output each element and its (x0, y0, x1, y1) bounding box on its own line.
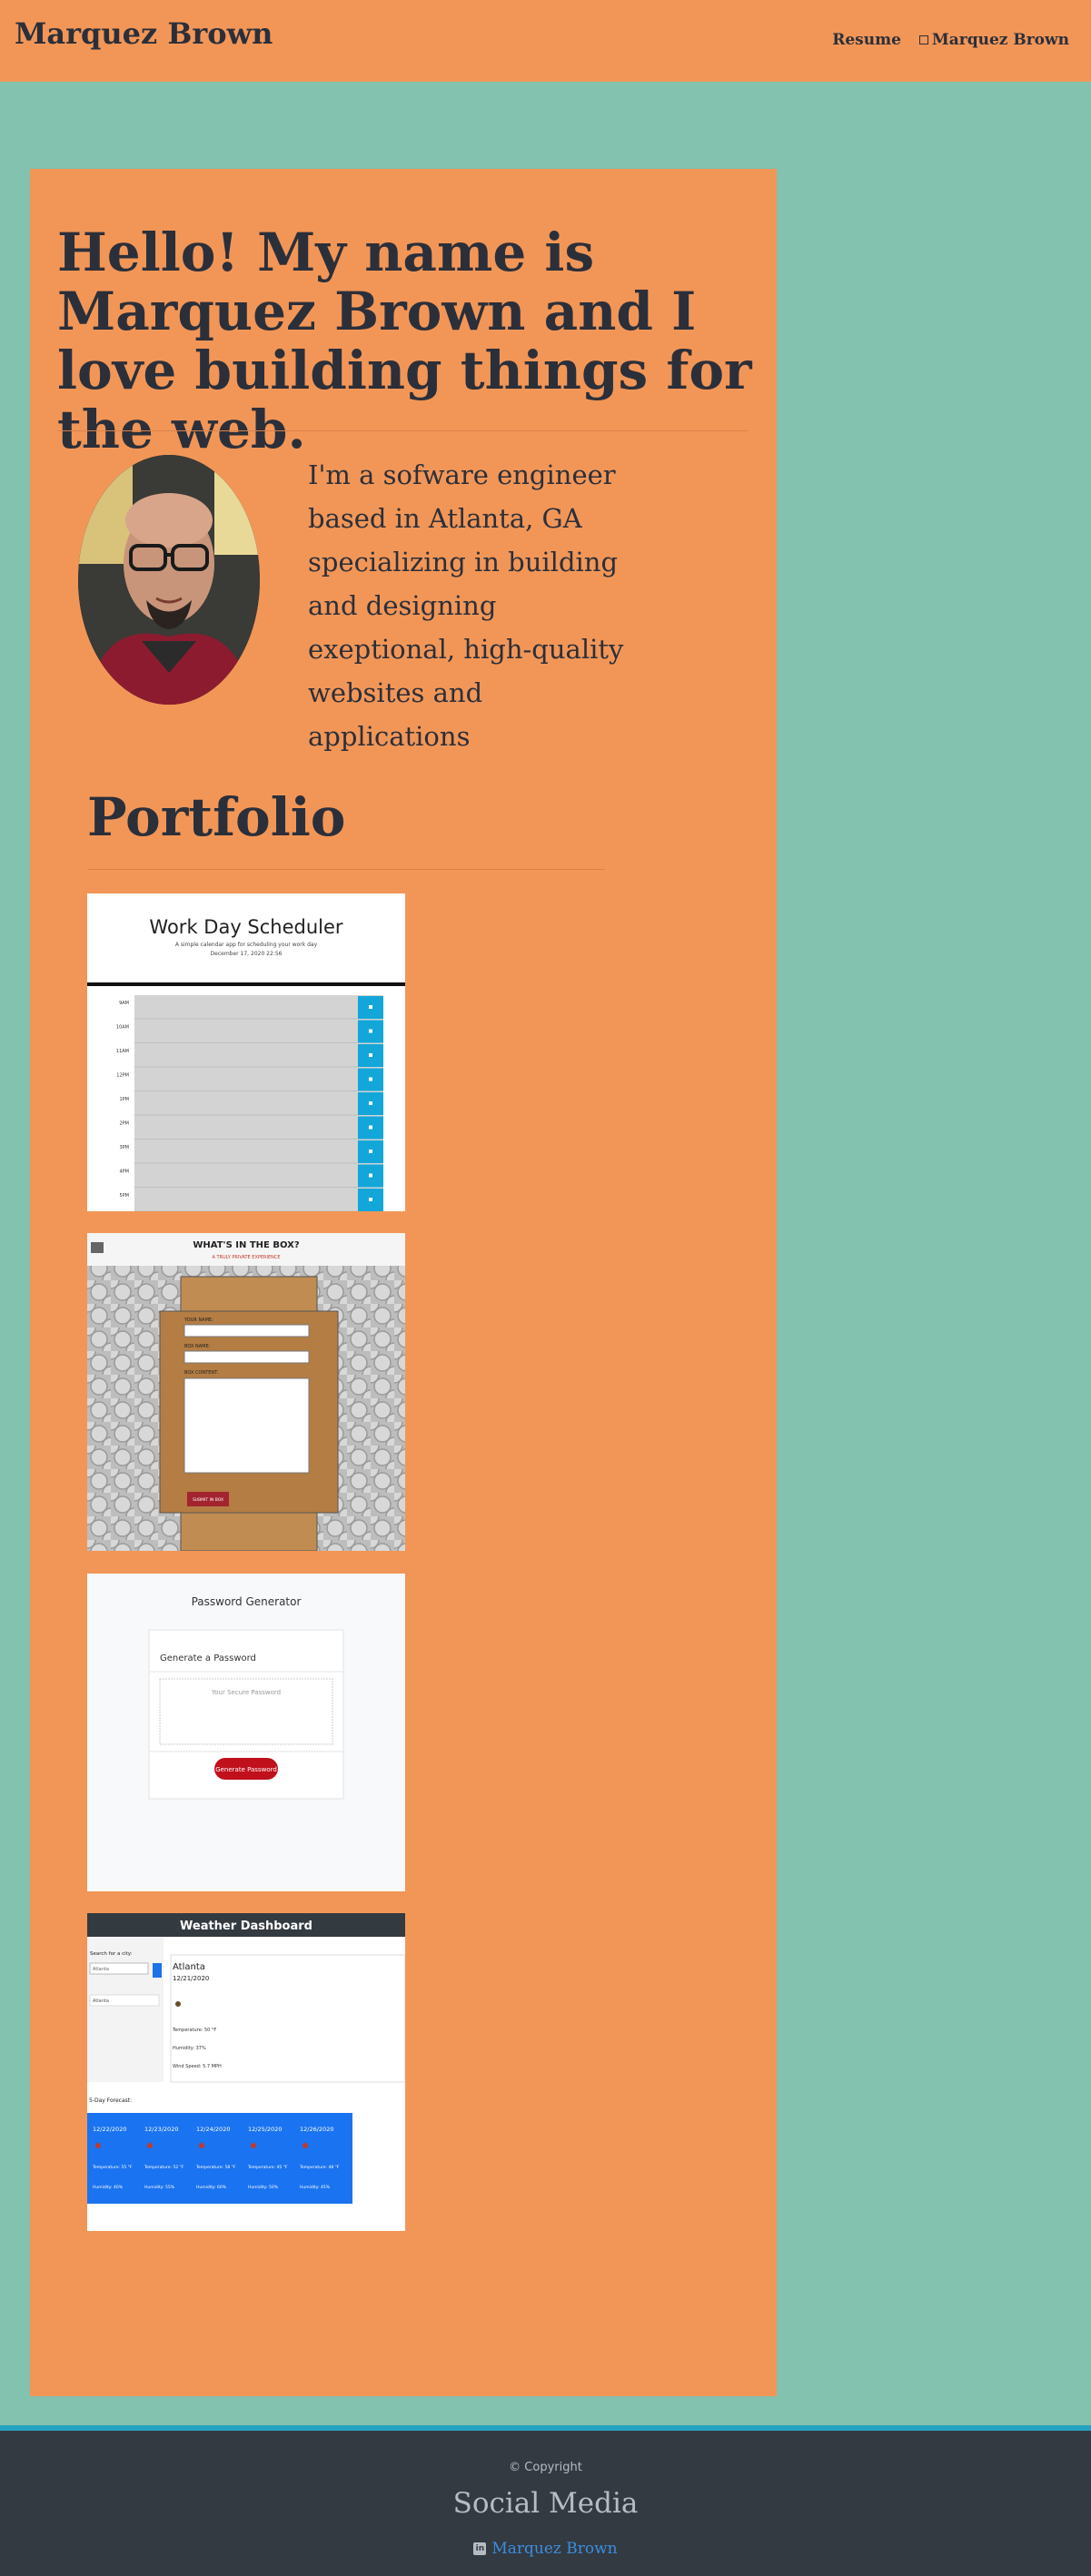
svg-text:A simple calendar app for sche: A simple calendar app for scheduling you… (175, 942, 318, 948)
svg-text:Weather Dashboard: Weather Dashboard (180, 1920, 312, 1933)
svg-text:WHAT'S IN THE BOX?: WHAT'S IN THE BOX? (193, 1240, 299, 1250)
forecast-date: 12/26/2020 (300, 2126, 333, 2133)
svg-text:12/21/2020: 12/21/2020 (173, 1975, 209, 1982)
scheduler-hour-label: 1PM (119, 1097, 129, 1102)
svg-text:Generate a Password: Generate a Password (160, 1653, 256, 1663)
main-card: Hello! My name is Marquez Brown and I lo… (30, 169, 777, 2396)
linkedin-link[interactable]: Marquez Brown (491, 2540, 617, 2558)
scheduler-hour-label: 2PM (119, 1121, 129, 1127)
save-icon (369, 1101, 372, 1105)
forecast-temperature: Temperature: 45 °F (247, 2165, 288, 2170)
forecast-date: 12/23/2020 (144, 2126, 178, 2133)
svg-text:Atlanta: Atlanta (173, 1962, 205, 1972)
forecast-date: 12/25/2020 (248, 2126, 282, 2133)
save-icon (369, 1005, 372, 1009)
hero-heading: Hello! My name is Marquez Brown and I lo… (57, 222, 752, 460)
weather-icon (147, 2143, 153, 2148)
save-icon (369, 1150, 372, 1153)
weather-icon (303, 2143, 308, 2148)
svg-text:Atlanta: Atlanta (93, 1999, 109, 2004)
scheduler-hour-label: 12PM (116, 1073, 129, 1079)
forecast-temperature: Temperature: 48 °F (299, 2165, 340, 2170)
forecast-temperature: Temperature: 52 °F (144, 2165, 184, 2170)
scheduler-hour-label: 3PM (119, 1145, 129, 1150)
forecast-humidity: Humidity: 45% (300, 2185, 331, 2190)
social-media-title: Social Media (452, 2487, 639, 2520)
svg-text:Wind Speed: 5.7 MPH: Wind Speed: 5.7 MPH (173, 2064, 222, 2069)
weather-icon (95, 2143, 101, 2148)
svg-text:YOUR NAME:: YOUR NAME: (183, 1318, 213, 1323)
scheduler-hour-label: 5PM (119, 1193, 129, 1199)
divider (87, 869, 605, 870)
project-screenshot: Work Day Scheduler A simple calendar app… (87, 893, 405, 1211)
forecast-humidity: Humidity: 60% (196, 2185, 227, 2190)
resume-link[interactable]: Resume (832, 31, 901, 49)
scheduler-hour-label: 4PM (119, 1170, 129, 1175)
avatar-photo (78, 455, 260, 705)
forecast-temperature: Temperature: 55 °F (92, 2165, 133, 2170)
scheduler-hour-label: 10AM (116, 1025, 129, 1031)
svg-text:5-Day Forecast:: 5-Day Forecast: (89, 2097, 132, 2104)
resume-link-label: Resume (832, 31, 901, 49)
project-work-day-scheduler[interactable]: Work Day Scheduler A simple calendar app… (87, 893, 405, 1211)
linkedin-icon: in (473, 2542, 487, 2555)
intro-text: I'm a sofware engineer based in Atlanta,… (308, 459, 624, 752)
profile-link[interactable]: Marquez Brown (918, 31, 1069, 49)
svg-text:December 17, 2020 22:56: December 17, 2020 22:56 (211, 951, 283, 957)
project-whats-in-the-box[interactable]: WHAT'S IN THE BOX? A TRULY PRIVATE EXPER… (87, 1233, 405, 1551)
nav-links: Resume Marquez Brown (832, 31, 1069, 49)
linkedin-link-row: in Marquez Brown (0, 2540, 1091, 2558)
save-icon (369, 1053, 372, 1057)
svg-text:A TRULY PRIVATE EXPERIENCE: A TRULY PRIVATE EXPERIENCE (212, 1255, 280, 1260)
project-weather-dashboard[interactable]: Weather Dashboard Search for a city: Atl… (87, 1913, 405, 2231)
save-icon (369, 1029, 372, 1033)
svg-text:Search for a city:: Search for a city: (90, 1951, 133, 1957)
weather-icon (199, 2143, 204, 2148)
save-icon (369, 1077, 372, 1081)
svg-text:Humidity: 37%: Humidity: 37% (173, 2046, 206, 2051)
site-brand[interactable]: Marquez Brown (15, 16, 273, 51)
svg-text:BOX CONTENT:: BOX CONTENT: (184, 1370, 219, 1376)
divider (57, 430, 748, 431)
top-navbar: Marquez Brown Resume Marquez Brown (0, 0, 1091, 82)
broken-image-icon (918, 35, 928, 44)
avatar (78, 455, 260, 705)
scheduler-hour-label: 11AM (116, 1049, 129, 1054)
copyright-text: © Copyright (509, 2461, 582, 2474)
weather-icon (251, 2143, 256, 2148)
svg-text:Password Generator: Password Generator (192, 1595, 302, 1608)
save-icon (369, 1198, 372, 1201)
forecast-humidity: Humidity: 50% (248, 2185, 279, 2190)
portfolio-title: Portfolio (87, 786, 346, 848)
svg-text:Generate Password: Generate Password (215, 1766, 277, 1773)
scheduler-hour-label: 9AM (119, 1001, 129, 1006)
project-screenshot: WHAT'S IN THE BOX? A TRULY PRIVATE EXPER… (87, 1233, 405, 1551)
forecast-humidity: Humidity: 55% (144, 2185, 175, 2190)
forecast-temperature: Temperature: 58 °F (195, 2165, 236, 2170)
project-title: Work Day Scheduler (149, 916, 342, 938)
svg-text:SUBMIT IN BOX: SUBMIT IN BOX (193, 1497, 223, 1503)
svg-text:Temperature: 50 °F: Temperature: 50 °F (172, 2028, 216, 2033)
save-icon (369, 1173, 372, 1178)
footer: © Copyright Social Media in Marquez Brow… (0, 2425, 1091, 2576)
forecast-date: 12/24/2020 (196, 2126, 230, 2133)
profile-link-label: Marquez Brown (931, 31, 1069, 49)
forecast-date: 12/22/2020 (93, 2126, 126, 2133)
project-password-generator[interactable]: Password Generator Generate a Password Y… (87, 1574, 405, 1891)
forecast-humidity: Humidity: 40% (93, 2185, 124, 2190)
project-screenshot: Weather Dashboard Search for a city: Atl… (87, 1913, 405, 2231)
svg-text:BOX NAME:: BOX NAME: (184, 1344, 211, 1349)
svg-text:Your Secure Password: Your Secure Password (211, 1689, 281, 1696)
svg-text:Atlanta: Atlanta (93, 1967, 109, 1972)
save-icon (369, 1125, 372, 1130)
project-screenshot: Password Generator Generate a Password Y… (87, 1574, 405, 1891)
